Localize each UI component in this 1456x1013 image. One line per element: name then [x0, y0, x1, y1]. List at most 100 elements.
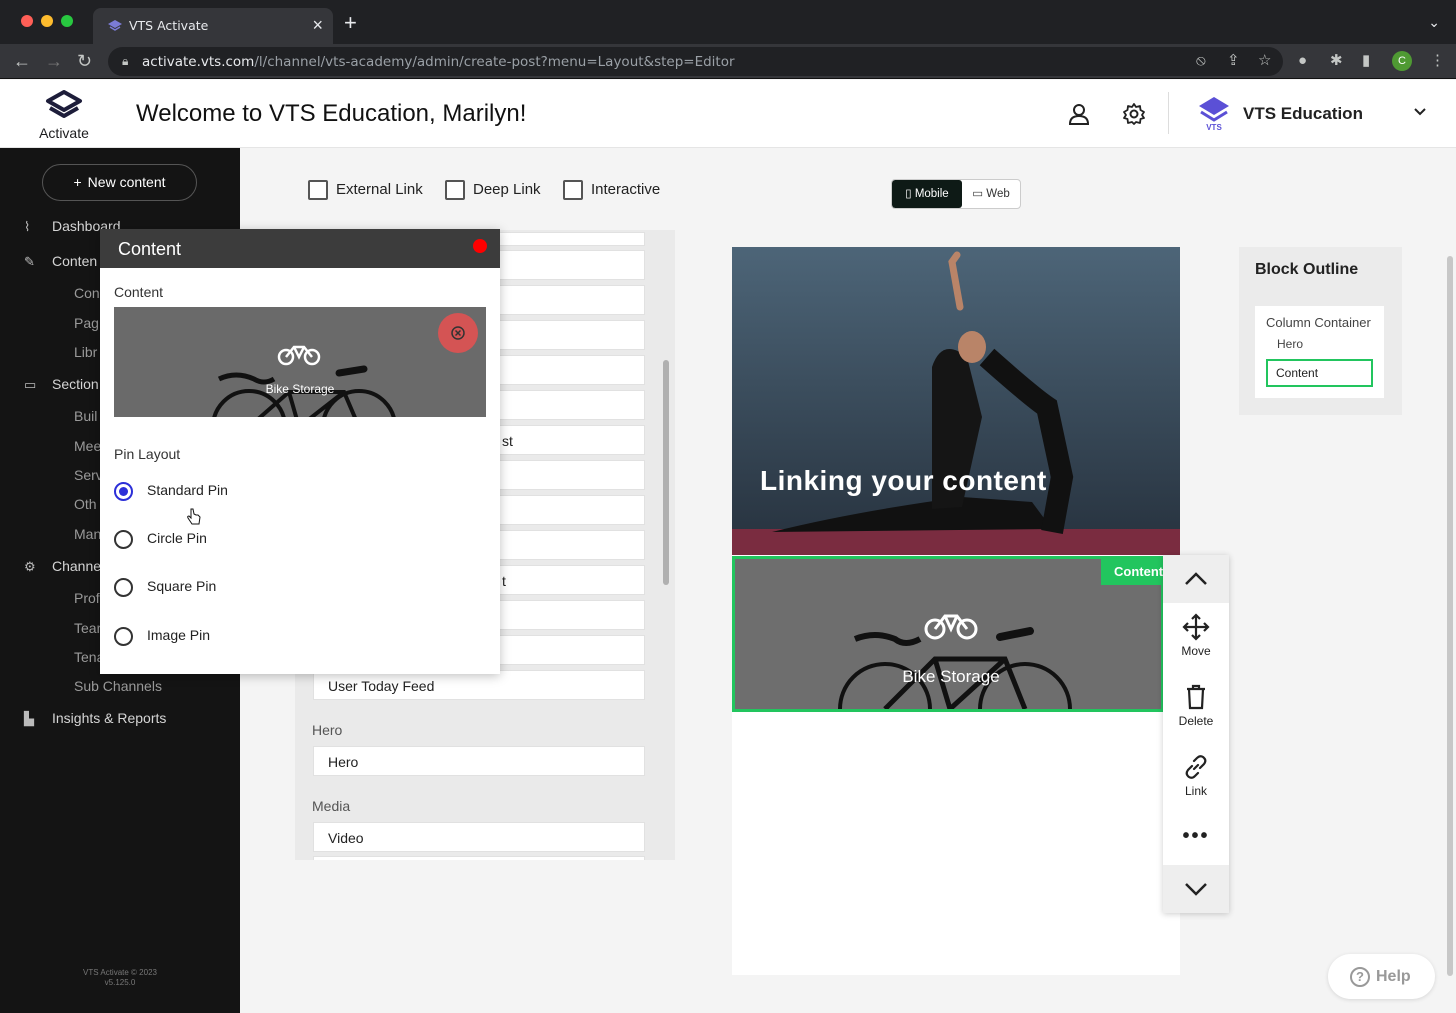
checkbox-label: Interactive — [591, 180, 661, 198]
move-down-button[interactable] — [1163, 865, 1229, 913]
block-group-label: Hero — [312, 722, 343, 738]
side-panel-icon[interactable]: ▮ — [1362, 52, 1370, 70]
block-item-user-today-feed[interactable]: User Today Feed — [313, 670, 645, 700]
sidebar-item-insights[interactable]: ▙ Insights & Reports — [24, 710, 166, 727]
bookmark-star-icon[interactable]: ☆ — [1258, 52, 1271, 70]
address-bar[interactable]: 🔒︎ activate.vts.com/l/channel/vts-academ… — [108, 47, 1283, 76]
url-host: activate.vts.com — [142, 54, 255, 70]
mobile-preview: Linking your content Bike Storage Conten… — [732, 247, 1180, 975]
sidebar-subitem[interactable]: Pag — [74, 315, 99, 331]
header-divider — [1168, 92, 1169, 134]
close-popup-button[interactable] — [473, 239, 487, 253]
radio-unselected — [114, 530, 133, 549]
square-pin-radio[interactable]: Square Pin — [114, 578, 216, 597]
radio-label: Standard Pin — [147, 482, 228, 499]
outline-content-selected[interactable]: Content — [1266, 359, 1373, 387]
gear-icon[interactable] — [1122, 102, 1146, 126]
sidebar-item-content[interactable]: ✎ Conten — [24, 253, 97, 270]
question-icon: ? — [1350, 966, 1370, 987]
profile-avatar[interactable]: C — [1392, 51, 1412, 71]
image-caption: Bike Storage — [265, 382, 335, 396]
block-item-video[interactable]: Video — [313, 822, 645, 852]
pin-layout-label: Pin Layout — [114, 446, 181, 462]
vts-org-logo-icon[interactable]: VTS — [1196, 94, 1232, 132]
sidebar-subitem[interactable]: Con — [74, 285, 100, 301]
block-list-scrollbar[interactable] — [663, 360, 669, 585]
block-toolbar: Move Delete Link ••• — [1163, 555, 1229, 913]
remove-image-button[interactable] — [438, 313, 478, 353]
checkbox-label: External Link — [336, 180, 423, 198]
standard-pin-radio[interactable]: Standard Pin — [114, 482, 228, 501]
sidebar-subitem[interactable]: Oth — [74, 496, 97, 512]
sidebar-subitem[interactable]: Prof — [74, 590, 100, 606]
copyright-text: VTS Activate © 2023 — [83, 968, 157, 977]
vts-favicon-icon — [108, 20, 122, 31]
minimize-window-button[interactable] — [41, 15, 53, 27]
browser-tab[interactable]: VTS Activate × — [93, 8, 333, 44]
sidebar-item-sections[interactable]: ▭ Section — [24, 376, 99, 393]
move-button[interactable]: Move — [1163, 613, 1229, 658]
org-name[interactable]: VTS Education — [1243, 104, 1363, 124]
outline-hero[interactable]: Hero — [1277, 337, 1303, 351]
delete-button[interactable]: Delete — [1163, 683, 1229, 728]
extension-record-icon[interactable]: ● — [1298, 52, 1307, 70]
mobile-view-button[interactable]: ▯ Mobile — [892, 180, 962, 208]
maximize-window-button[interactable] — [61, 15, 73, 27]
image-pin-radio[interactable]: Image Pin — [114, 627, 210, 646]
chevron-down-icon[interactable] — [1412, 104, 1428, 120]
extensions-puzzle-icon[interactable]: ✱ — [1330, 52, 1343, 70]
browser-toolbar: ← → ↻ 🔒︎ activate.vts.com/l/channel/vts-… — [0, 44, 1456, 79]
sidebar-subitem[interactable]: Mee — [74, 438, 101, 454]
activate-logo[interactable]: Activate — [36, 90, 92, 141]
radio-unselected — [114, 578, 133, 597]
close-tab-icon[interactable]: × — [312, 15, 323, 36]
sidebar-subitem[interactable]: Libr — [74, 344, 97, 360]
close-circle-icon — [451, 326, 465, 340]
tab-search-icon[interactable]: ⌄ — [1428, 14, 1440, 31]
help-button[interactable]: ? Help — [1328, 954, 1435, 999]
sidebar-subitem[interactable]: Serv — [74, 467, 103, 483]
sidebar-subitem[interactable]: Man — [74, 526, 101, 542]
circle-pin-radio[interactable]: Circle Pin — [114, 530, 207, 549]
move-up-button[interactable] — [1163, 555, 1229, 603]
user-icon[interactable] — [1067, 102, 1091, 126]
new-tab-button[interactable]: + — [344, 12, 357, 34]
reload-icon[interactable]: ↻ — [77, 50, 92, 72]
location-blocked-icon[interactable]: ⦸ — [1196, 52, 1206, 70]
hero-block[interactable]: Linking your content — [732, 247, 1180, 555]
close-window-button[interactable] — [21, 15, 33, 27]
interactive-checkbox[interactable]: Interactive — [563, 180, 660, 200]
move-arrows-icon — [1182, 613, 1210, 641]
page-title: Welcome to VTS Education, Marilyn! — [136, 100, 527, 127]
sidebar-subitem-sub-channels[interactable]: Sub Channels — [74, 678, 162, 694]
sidebar-subitem[interactable]: Buil — [74, 408, 97, 424]
share-icon[interactable]: ⇪ — [1227, 52, 1240, 70]
block-item[interactable] — [313, 856, 645, 860]
link-button[interactable]: Link — [1163, 753, 1229, 798]
sidebar-subitem[interactable]: Tear — [74, 620, 101, 636]
sidebar-item-channels[interactable]: ⚙ Channe — [24, 558, 101, 575]
copyright: VTS Activate © 2023 v5.125.0 — [0, 968, 240, 988]
main-scrollbar[interactable] — [1447, 256, 1453, 976]
checkbox-box — [308, 180, 328, 200]
toggle-label: Web — [986, 188, 1010, 200]
web-view-button[interactable]: ▭ Web — [962, 180, 1020, 208]
link-icon — [1185, 755, 1207, 779]
view-toggle: ▯ Mobile ▭ Web — [891, 179, 1021, 209]
content-block-selected[interactable]: Bike Storage — [732, 556, 1164, 712]
deep-link-checkbox[interactable]: Deep Link — [445, 180, 541, 200]
checkbox-box — [563, 180, 583, 200]
outline-column-container[interactable]: Column Container — [1266, 315, 1371, 330]
back-icon[interactable]: ← — [13, 50, 31, 72]
block-outline-panel: Block Outline Column Container Hero Cont… — [1239, 247, 1402, 415]
lock-icon: 🔒︎ — [122, 54, 129, 68]
new-content-button[interactable]: + New content — [42, 164, 197, 201]
more-options-icon[interactable]: ••• — [1163, 825, 1229, 848]
delete-label: Delete — [1178, 714, 1214, 728]
external-link-checkbox[interactable]: External Link — [308, 180, 423, 200]
help-label: Help — [1376, 968, 1411, 985]
pulse-icon: ⌇ — [24, 219, 31, 234]
block-item-hero[interactable]: Hero — [313, 746, 645, 776]
forward-icon[interactable]: → — [45, 50, 63, 72]
browser-menu-icon[interactable]: ⋮ — [1430, 52, 1445, 70]
